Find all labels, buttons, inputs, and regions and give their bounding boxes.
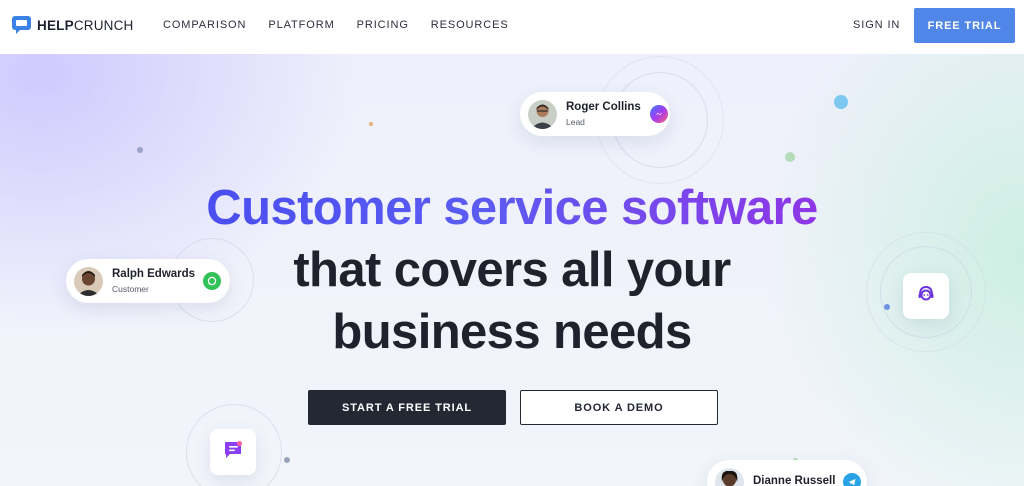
- headset-agent-icon: [916, 284, 936, 309]
- decorative-dot: [834, 95, 848, 109]
- headline-line-1: Customer service software: [206, 181, 818, 235]
- contact-role: Customer: [112, 284, 149, 294]
- nav-pricing[interactable]: PRICING: [357, 19, 409, 31]
- support-agent-tile: [903, 273, 949, 319]
- nav-comparison[interactable]: COMPARISON: [163, 19, 246, 31]
- book-demo-button[interactable]: BOOK A DEMO: [520, 390, 718, 425]
- chat-bubble-logo-icon: [11, 15, 33, 35]
- chat-message-icon: [222, 439, 244, 466]
- start-free-trial-button[interactable]: START A FREE TRIAL: [308, 390, 506, 425]
- chat-tile: [210, 429, 256, 475]
- whatsapp-icon: [203, 272, 221, 290]
- avatar: [528, 99, 557, 129]
- nav-platform[interactable]: PLATFORM: [268, 19, 334, 31]
- sign-in-link[interactable]: SIGN IN: [853, 19, 900, 31]
- contact-name: Roger Collins: [566, 101, 641, 113]
- telegram-icon: [843, 473, 861, 486]
- contact-name: Ralph Edwards: [112, 268, 196, 280]
- decorative-dot: [369, 122, 373, 126]
- nav-resources[interactable]: RESOURCES: [431, 19, 509, 31]
- avatar: [74, 266, 103, 296]
- main-nav: COMPARISON PLATFORM PRICING RESOURCES: [163, 19, 531, 31]
- site-header: HELPCRUNCH COMPARISON PLATFORM PRICING R…: [0, 0, 1024, 54]
- contact-card-dianne-russell: Dianne Russell: [707, 460, 867, 486]
- contact-name: Dianne Russell: [753, 475, 836, 486]
- hero-section: Customer service software that covers al…: [0, 54, 1024, 486]
- decorative-dot: [284, 457, 290, 463]
- contact-card-roger-collins: Roger Collins Lead: [520, 92, 670, 136]
- messenger-icon: [650, 105, 668, 123]
- headline-line-3: business needs: [332, 305, 692, 359]
- contact-role: Lead: [566, 117, 585, 127]
- logo-wordmark: HELPCRUNCH: [37, 17, 134, 33]
- free-trial-button[interactable]: FREE TRIAL: [914, 8, 1015, 43]
- contact-card-ralph-edwards: Ralph Edwards Customer: [66, 259, 230, 303]
- avatar: [715, 467, 744, 486]
- decorative-dot: [137, 147, 143, 153]
- helpcrunch-logo[interactable]: HELPCRUNCH: [11, 15, 134, 35]
- decorative-dot: [785, 152, 795, 162]
